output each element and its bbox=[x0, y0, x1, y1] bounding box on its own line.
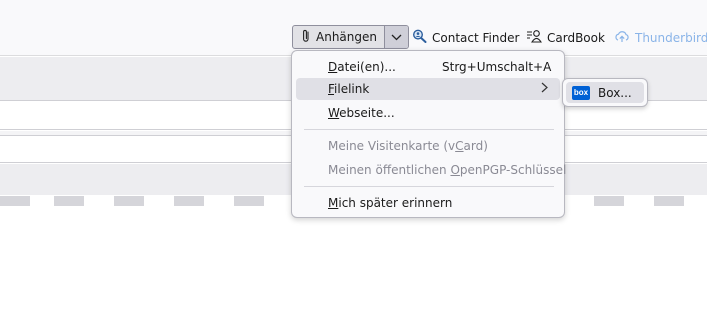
box-logo-icon: box bbox=[572, 85, 590, 100]
ruler-mark bbox=[174, 196, 204, 206]
cardbook-button[interactable]: CardBook bbox=[526, 26, 605, 49]
paperclip-icon bbox=[301, 29, 311, 46]
submenu-item-box[interactable]: box Box... bbox=[566, 82, 644, 103]
cloud-upload-icon bbox=[614, 30, 630, 46]
contact-finder-label: Contact Finder bbox=[432, 30, 520, 45]
ruler-mark bbox=[234, 196, 264, 206]
chevron-down-icon bbox=[391, 30, 402, 44]
contact-finder-button[interactable]: Contact Finder bbox=[412, 26, 519, 49]
ruler-mark bbox=[114, 196, 144, 206]
menu-item-filelink[interactable]: Filelink bbox=[296, 78, 560, 100]
compose-window: Anhängen Contact Finder CardBook Thunder… bbox=[0, 0, 707, 321]
attach-label: Anhängen bbox=[316, 30, 377, 44]
cardbook-label: CardBook bbox=[547, 30, 605, 45]
cardbook-icon bbox=[526, 29, 542, 46]
attach-menu: Datei(en)... Strg+Umschalt+A Filelink We… bbox=[291, 50, 566, 218]
menu-item-openpgp-key[interactable]: Meinen öffentlichen OpenPGP-Schlüssel bbox=[296, 159, 566, 181]
menu-item-label: Meine Visitenkarte (vCard) bbox=[328, 139, 488, 153]
menu-separator bbox=[304, 186, 554, 187]
menu-item-label: Mich später erinnern bbox=[328, 196, 453, 210]
attach-split-button: Anhängen bbox=[292, 25, 409, 49]
attach-button[interactable]: Anhängen bbox=[293, 26, 385, 48]
menu-item-remind-later[interactable]: Mich später erinnern bbox=[296, 192, 560, 214]
ruler-mark bbox=[654, 196, 684, 206]
menu-item-label: Webseite... bbox=[328, 106, 395, 120]
menu-item-label: Meinen öffentlichen OpenPGP-Schlüssel bbox=[328, 163, 567, 177]
chevron-right-icon bbox=[541, 82, 548, 97]
menu-item-label: Datei(en)... bbox=[328, 60, 396, 74]
thunderbird-send-button[interactable]: Thunderbird S bbox=[614, 26, 707, 49]
menu-item-vcard[interactable]: Meine Visitenkarte (vCard) bbox=[296, 135, 560, 157]
menu-item-label: Filelink bbox=[328, 82, 370, 96]
ruler-mark bbox=[594, 196, 624, 206]
menu-item-webpage[interactable]: Webseite... bbox=[296, 102, 560, 124]
attach-dropdown-button[interactable] bbox=[384, 26, 408, 48]
ruler-mark bbox=[0, 196, 30, 206]
menu-item-files[interactable]: Datei(en)... Strg+Umschalt+A bbox=[296, 56, 560, 78]
contact-search-icon bbox=[412, 29, 427, 46]
ruler-mark bbox=[54, 196, 84, 206]
thunderbird-label: Thunderbird S bbox=[635, 30, 707, 45]
submenu-item-label: Box... bbox=[598, 85, 632, 100]
menu-item-shortcut: Strg+Umschalt+A bbox=[442, 60, 552, 74]
menu-separator bbox=[304, 129, 554, 130]
filelink-submenu: box Box... bbox=[562, 78, 648, 107]
